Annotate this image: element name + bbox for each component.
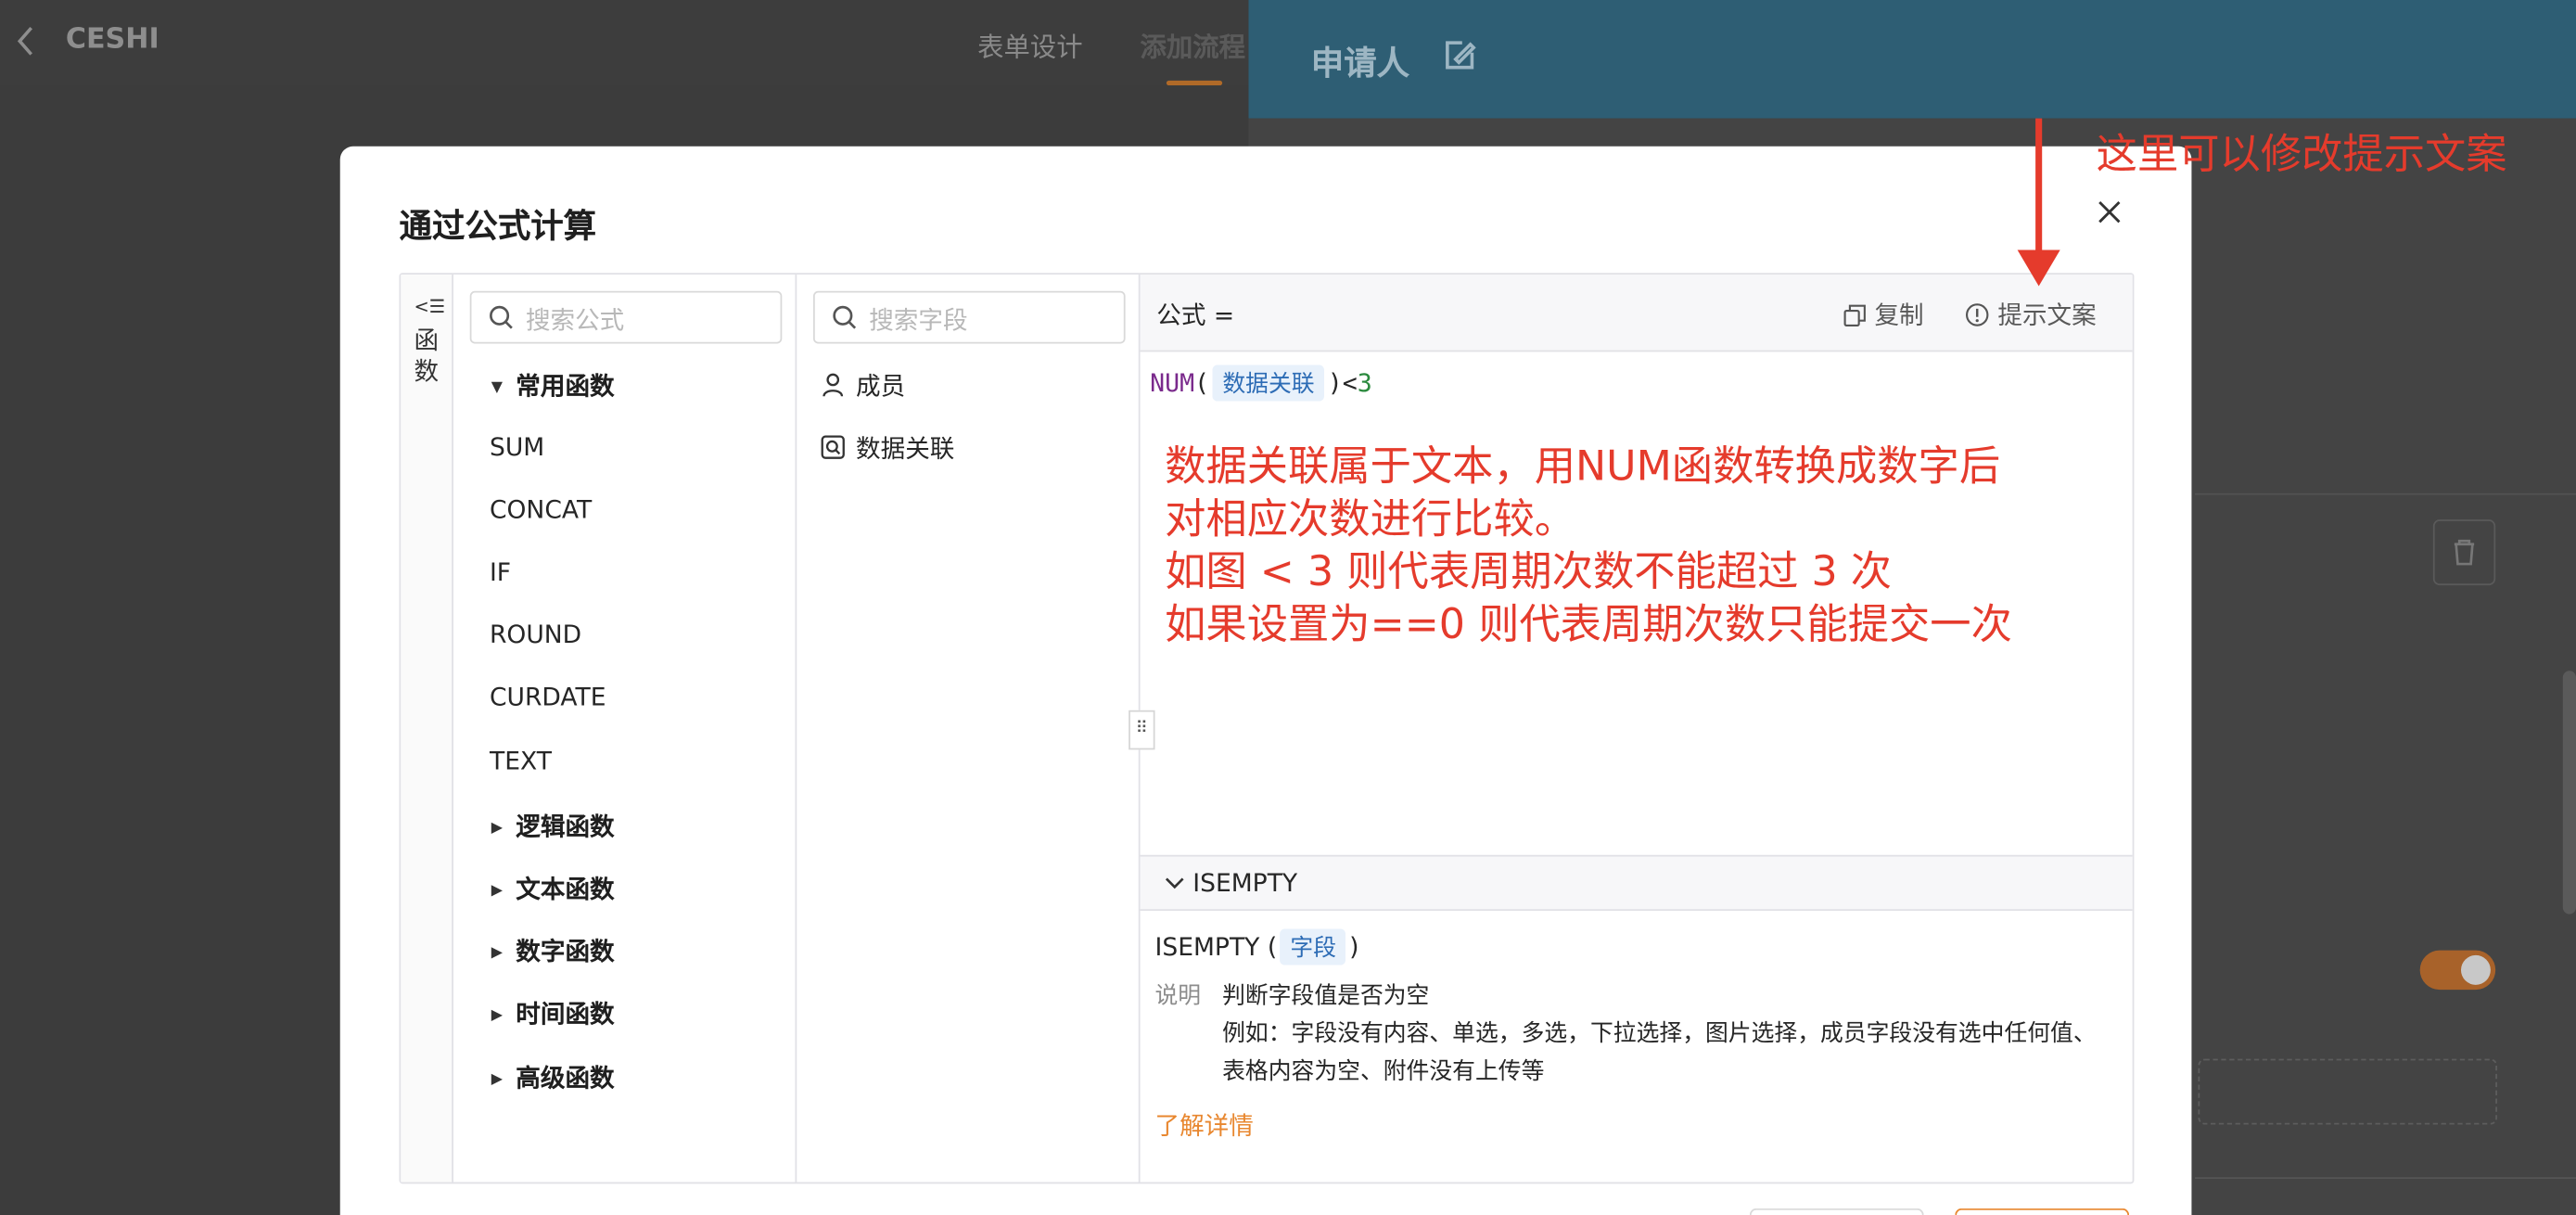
field-label: 成员 — [856, 371, 906, 402]
function-group-label: 高级函数 — [516, 1063, 615, 1094]
description-example: 例如：字段没有内容、单选，多选，下拉选择，图片选择，成员字段没有选中任何值、表格… — [1222, 1020, 2097, 1085]
formula-editor: <☰ 函数 搜索公式 ▼ 常用函数 SUM CONCAT IF ROUND CUR… — [399, 273, 2135, 1184]
field-search-placeholder: 搜索字段 — [869, 305, 968, 336]
formula-function: NUM — [1150, 368, 1195, 398]
function-item-sum[interactable]: SUM — [490, 432, 544, 462]
function-group-common[interactable]: ▼ 常用函数 — [491, 368, 615, 403]
function-group-logic[interactable]: ▶ 逻辑函数 — [491, 809, 615, 843]
info-icon — [1965, 303, 1989, 326]
search-icon — [490, 305, 513, 329]
formula-header: 公式 = 复制 提示文案 — [1140, 275, 2133, 352]
function-item-concat[interactable]: CONCAT — [490, 495, 592, 525]
function-group-label: 逻辑函数 — [516, 812, 615, 842]
trash-icon — [2454, 539, 2475, 566]
hint-text-button[interactable]: 提示文案 — [1965, 298, 2097, 332]
copy-icon — [1843, 304, 1866, 327]
caret-right-icon: ▶ — [491, 944, 503, 962]
annotation-note-line: 数据关联属于文本，用NUM函数转换成数字后 — [1165, 441, 2001, 491]
edit-icon[interactable] — [1439, 36, 1479, 76]
divider — [2194, 1177, 2576, 1180]
function-panel: 搜索公式 ▼ 常用函数 SUM CONCAT IF ROUND CURDATE T… — [453, 275, 797, 1183]
function-group-label: 常用函数 — [516, 371, 615, 402]
formula-label: 公式 = — [1156, 301, 1235, 331]
formula-field-chip[interactable]: 数据关联 — [1212, 364, 1325, 402]
formula-number: 3 — [1357, 368, 1372, 398]
function-group-label: 文本函数 — [516, 875, 615, 904]
toggle-knob — [2460, 954, 2491, 985]
caret-right-icon: ▶ — [491, 1070, 503, 1088]
dialog-title: 通过公式计算 — [399, 205, 597, 246]
function-group-number[interactable]: ▶ 数字函数 — [491, 934, 615, 968]
function-rail-label: 函数 — [414, 325, 440, 387]
function-doc-header[interactable]: ISEMPTY — [1140, 854, 2133, 912]
formula-operator: < — [1342, 368, 1358, 398]
toggle-switch[interactable] — [2419, 950, 2496, 991]
function-description: 判断字段值是否为空 例如：字段没有内容、单选，多选，下拉选择，图片选择，成员字段… — [1222, 978, 2110, 1092]
annotation-hint-caption: 这里可以修改提示文案 — [2096, 130, 2507, 178]
annotation-note: 数据关联属于文本，用NUM函数转换成数字后 对相应次数进行比较。 如图 < 3 … — [1165, 441, 2118, 651]
function-doc-title: ISEMPTY — [1192, 867, 1298, 898]
function-search-input[interactable]: 搜索公式 — [469, 290, 783, 344]
annotation-arrow — [2035, 118, 2043, 263]
back-arrow-icon[interactable] — [13, 23, 39, 59]
copy-label: 复制 — [1874, 301, 1924, 331]
formula-panel: 公式 = 复制 提示文案 NUM(数据关联)<3 数据关联属于文本，用NUM函数… — [1140, 275, 2133, 1183]
scrollbar-thumb[interactable] — [2562, 671, 2576, 914]
collapse-icon[interactable]: <☰ — [414, 296, 445, 317]
caret-down-icon: ▼ — [491, 378, 503, 396]
function-group-label: 数字函数 — [516, 937, 615, 967]
annotation-note-line: 对相应次数进行比较。 — [1165, 494, 1576, 543]
function-group-advanced[interactable]: ▶ 高级函数 — [491, 1060, 615, 1094]
copy-button[interactable]: 复制 — [1843, 298, 1924, 332]
delete-button[interactable] — [2432, 519, 2496, 586]
data-link-icon — [821, 435, 845, 459]
caret-right-icon: ▶ — [491, 1006, 503, 1024]
annotation-note-line: 如果设置为==0 则代表周期次数只能提交一次 — [1165, 600, 2012, 648]
search-icon — [833, 305, 857, 329]
function-search-placeholder: 搜索公式 — [525, 305, 625, 336]
formula-input[interactable]: NUM(数据关联)<3 — [1150, 364, 1372, 402]
function-group-text[interactable]: ▶ 文本函数 — [491, 872, 615, 906]
function-rail[interactable]: <☰ 函数 — [401, 275, 453, 1183]
function-group-label: 时间函数 — [516, 999, 615, 1030]
annotation-note-line: 如图 < 3 则代表周期次数不能超过 3 次 — [1165, 547, 1893, 595]
annotation-arrow-head — [2017, 249, 2060, 287]
field-item-member[interactable]: 成员 — [820, 368, 905, 403]
learn-more-link[interactable]: 了解详情 — [1154, 1108, 1253, 1143]
formula-paren-open: ( — [1194, 368, 1210, 398]
formula-paren-close: ) — [1327, 368, 1343, 398]
signature-name: ISEMPTY ( — [1154, 932, 1278, 963]
function-signature: ISEMPTY (字段) — [1154, 928, 1359, 966]
description-line: 判断字段值是否为空 — [1222, 983, 1430, 1010]
field-item-data-link[interactable]: 数据关联 — [820, 430, 954, 465]
function-item-curdate[interactable]: CURDATE — [490, 683, 606, 712]
function-item-if[interactable]: IF — [490, 557, 511, 587]
description-label: 说明 — [1154, 983, 1202, 1010]
app-title: CESHI — [65, 22, 159, 57]
confirm-button[interactable] — [1955, 1208, 2130, 1215]
signature-param-chip: 字段 — [1280, 928, 1346, 966]
chevron-down-icon — [1165, 877, 1184, 889]
tab-form-design[interactable]: 表单设计 — [977, 25, 1082, 65]
function-item-text[interactable]: TEXT — [490, 747, 552, 776]
cancel-button[interactable] — [1749, 1208, 1924, 1215]
field-panel: 搜索字段 成员 数据关联 — [797, 275, 1141, 1183]
function-group-time[interactable]: ▶ 时间函数 — [491, 996, 615, 1030]
tab-add-flow[interactable]: 添加流程 — [1141, 25, 1245, 65]
screen: CESHI 表单设计 添加流程 申请人 通过公式计算 <☰ 函数 搜索公式 ▼ … — [0, 0, 2576, 1215]
caret-right-icon: ▶ — [491, 819, 503, 837]
signature-close: ) — [1349, 932, 1359, 963]
formula-dialog: 通过公式计算 <☰ 函数 搜索公式 ▼ 常用函数 SUM CONCAT IF R… — [339, 146, 2192, 1215]
top-bar: CESHI 表单设计 添加流程 — [0, 0, 1249, 86]
field-search-input[interactable]: 搜索字段 — [812, 290, 1126, 344]
function-item-round[interactable]: ROUND — [490, 620, 581, 649]
approver-panel-title: 申请人 — [1310, 43, 1410, 83]
close-icon[interactable] — [2095, 198, 2124, 227]
person-icon — [823, 373, 844, 397]
hint-label: 提示文案 — [1997, 301, 2097, 331]
caret-right-icon: ▶ — [491, 882, 503, 899]
field-label: 数据关联 — [856, 433, 955, 464]
divider — [2194, 492, 2576, 495]
dashed-add-area[interactable] — [2198, 1058, 2497, 1125]
